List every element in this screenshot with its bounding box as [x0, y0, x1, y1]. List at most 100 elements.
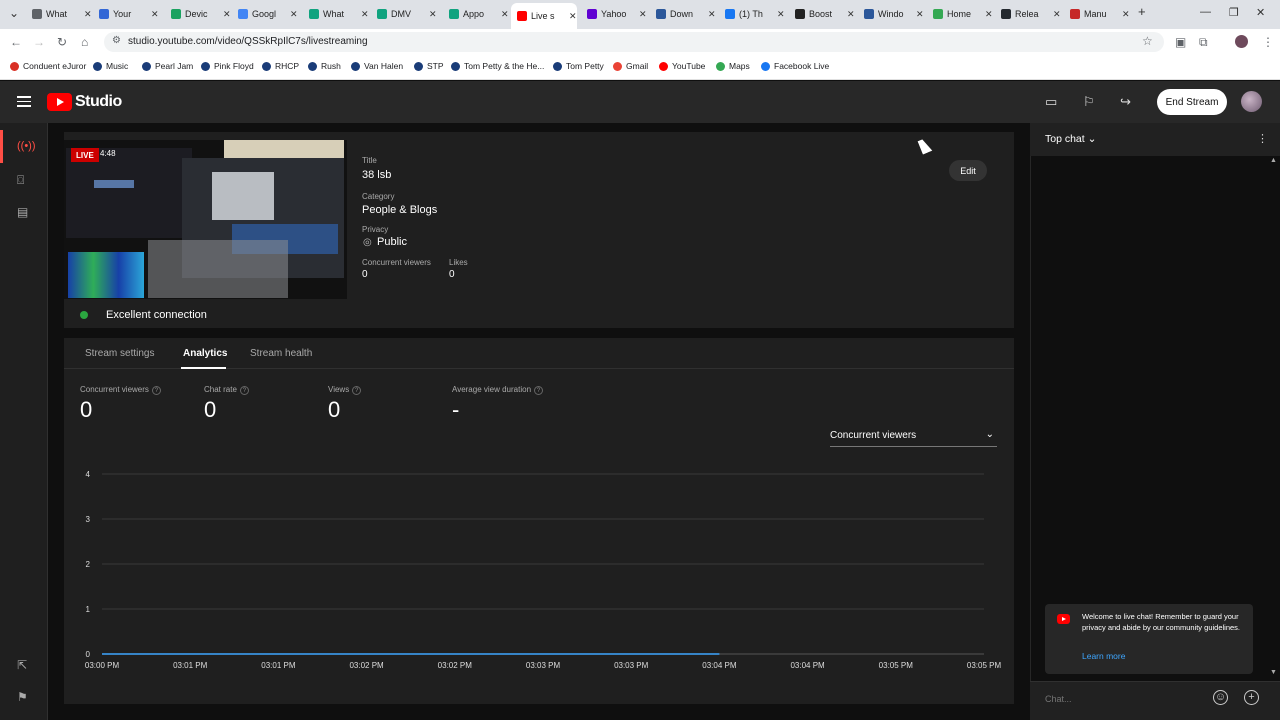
chat-more-icon[interactable]: ⋮ [1257, 132, 1268, 145]
bookmark-item[interactable]: Van Halen [351, 61, 403, 71]
tab-close-icon[interactable]: ✕ [223, 9, 231, 20]
browser-tab[interactable]: DMV ✕ [377, 3, 437, 25]
extensions-puzzle-icon[interactable]: ⧉ [1199, 35, 1208, 50]
new-tab-icon[interactable]: + [1138, 4, 1146, 19]
browser-tab[interactable]: Appo ✕ [449, 3, 509, 25]
bookmark-icon [659, 61, 668, 71]
browser-tab[interactable]: Down ✕ [656, 3, 716, 25]
y-tick-label: 4 [86, 470, 91, 479]
camera-icon[interactable]: ⌼ [17, 173, 24, 188]
tab-close-icon[interactable]: ✕ [777, 9, 785, 20]
tab-close-icon[interactable]: ✕ [290, 9, 298, 20]
scroll-up-icon[interactable]: ▲ [1270, 157, 1277, 164]
help-icon[interactable]: ? [534, 386, 544, 395]
browser-tab[interactable]: Your ✕ [99, 3, 159, 25]
clapperboard-icon[interactable]: ▭ [1045, 94, 1057, 110]
metric-dropdown[interactable]: Concurrent viewers ⌄ [830, 428, 997, 447]
emoji-icon[interactable]: ☺ [1213, 690, 1228, 705]
edit-button[interactable]: Edit [949, 160, 987, 181]
x-tick-label: 03:02 PM [438, 661, 473, 670]
bookmark-icon [613, 61, 622, 71]
top-chat-selector[interactable]: Top chat ⌄ [1045, 133, 1096, 145]
scroll-down-icon[interactable]: ▼ [1270, 669, 1277, 676]
browser-tab[interactable]: (1) Th ✕ [725, 3, 785, 25]
tab-close-icon[interactable]: ✕ [1053, 9, 1061, 20]
learn-more-link[interactable]: Learn more [1082, 651, 1125, 661]
tab-close-icon[interactable]: ✕ [501, 9, 509, 20]
bookmark-icon[interactable]: ⚐ [1083, 94, 1095, 110]
bookmark-item[interactable]: Pink Floyd [201, 61, 254, 71]
tab-stream-settings[interactable]: Stream settings [85, 348, 154, 359]
browser-tab[interactable]: Home ✕ [933, 3, 993, 25]
bookmark-item[interactable]: Tom Petty & the He... [451, 61, 544, 71]
tab-close-icon[interactable]: ✕ [1122, 9, 1130, 20]
browser-menu-icon[interactable]: ⋮ [1262, 35, 1274, 49]
browser-tab[interactable]: Boost ✕ [795, 3, 855, 25]
tab-analytics[interactable]: Analytics [183, 348, 227, 359]
back-icon[interactable]: ← [10, 35, 22, 49]
site-info-icon[interactable]: ⚙ [112, 35, 121, 46]
end-stream-button[interactable]: End Stream [1157, 89, 1227, 115]
reload-icon[interactable]: ↻ [57, 35, 67, 49]
menu-icon[interactable] [17, 96, 31, 107]
feedback-icon[interactable]: ⚑ [17, 690, 28, 704]
stat-label: Views? [328, 385, 362, 395]
restore-icon[interactable]: ❐ [1229, 6, 1239, 19]
bookmark-item[interactable]: RHCP [262, 61, 299, 71]
channel-avatar[interactable] [1241, 91, 1262, 112]
tab-close-icon[interactable]: ✕ [429, 9, 437, 20]
tab-close-icon[interactable]: ✕ [639, 9, 647, 20]
bookmark-star-icon[interactable]: ☆ [1142, 34, 1153, 48]
close-window-icon[interactable]: ✕ [1256, 6, 1265, 19]
browser-tab[interactable]: Live s ✕ [511, 3, 577, 29]
browser-tab[interactable]: What ✕ [309, 3, 369, 25]
x-tick-label: 03:00 PM [85, 661, 120, 670]
extension-icon[interactable]: ▣ [1175, 35, 1186, 49]
calendar-icon[interactable]: ▤ [17, 205, 28, 219]
bookmark-item[interactable]: Conduent eJuror [10, 61, 86, 71]
browser-tab[interactable]: Windo ✕ [864, 3, 924, 25]
youtube-icon [1057, 614, 1070, 624]
help-icon[interactable]: ? [352, 386, 362, 395]
browser-tab[interactable]: Yahoo ✕ [587, 3, 647, 25]
stream-preview[interactable] [64, 140, 347, 299]
browser-tab[interactable]: What ✕ [32, 3, 92, 25]
tab-close-icon[interactable]: ✕ [361, 9, 369, 20]
studio-logo[interactable]: Studio [47, 93, 122, 111]
address-bar[interactable]: ⚙ studio.youtube.com/video/QSSkRpIlC7s/l… [104, 32, 1164, 52]
add-icon[interactable]: + [1244, 690, 1259, 705]
profile-avatar-icon[interactable] [1235, 35, 1248, 48]
bookmark-item[interactable]: YouTube [659, 61, 705, 71]
browser-tab[interactable]: Relea ✕ [1001, 3, 1061, 25]
forward-icon[interactable]: → [33, 35, 45, 49]
live-broadcast-icon[interactable]: ((•)) [17, 140, 36, 152]
tab-close-icon[interactable]: ✕ [84, 9, 92, 20]
browser-tab[interactable]: Googl ✕ [238, 3, 298, 25]
bookmark-item[interactable]: Facebook Live [761, 61, 829, 71]
tab-close-icon[interactable]: ✕ [916, 9, 924, 20]
tab-close-icon[interactable]: ✕ [569, 11, 577, 22]
bookmark-item[interactable]: STP [414, 61, 444, 71]
bookmark-item[interactable]: Rush [308, 61, 341, 71]
tab-close-icon[interactable]: ✕ [847, 9, 855, 20]
tab-close-icon[interactable]: ✕ [708, 9, 716, 20]
help-icon[interactable]: ? [239, 386, 249, 395]
tab-close-icon[interactable]: ✕ [151, 9, 159, 20]
bookmark-item[interactable]: Tom Petty [553, 61, 604, 71]
external-link-icon[interactable]: ⇱ [17, 658, 27, 672]
bookmark-item[interactable]: Music [93, 61, 128, 71]
tab-stream-health[interactable]: Stream health [250, 348, 312, 359]
browser-tab[interactable]: Devic ✕ [171, 3, 231, 25]
chat-input[interactable] [1045, 689, 1205, 709]
tab-close-icon[interactable]: ✕ [985, 9, 993, 20]
bookmark-item[interactable]: Gmail [613, 61, 648, 71]
share-icon[interactable]: ↪ [1120, 94, 1131, 110]
minimize-icon[interactable]: — [1200, 6, 1211, 18]
tab-label: Relea [1015, 9, 1039, 19]
tab-search-icon[interactable]: ⌄ [9, 6, 19, 20]
home-icon[interactable]: ⌂ [81, 35, 88, 49]
bookmark-item[interactable]: Pearl Jam [142, 61, 193, 71]
browser-tab[interactable]: Manu ✕ [1070, 3, 1130, 25]
bookmark-item[interactable]: Maps [716, 61, 750, 71]
help-icon[interactable]: ? [151, 386, 161, 395]
